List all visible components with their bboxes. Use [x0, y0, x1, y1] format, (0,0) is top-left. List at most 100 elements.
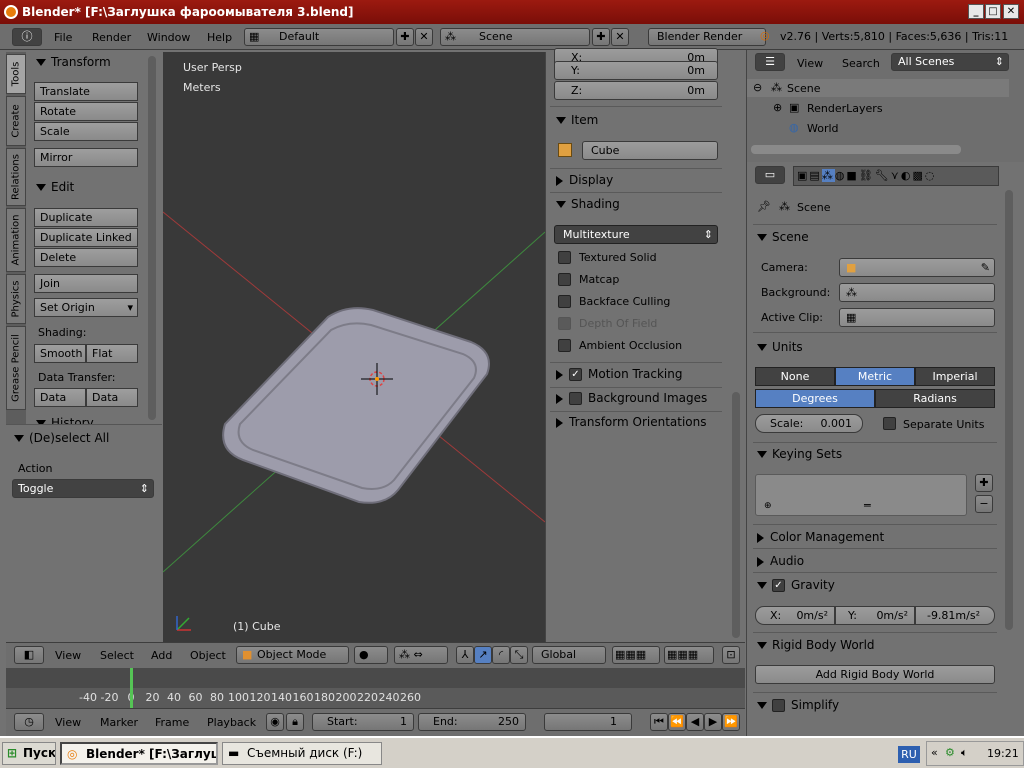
lock-icon[interactable]: 🔒︎ — [286, 713, 304, 731]
separate-units-checkbox[interactable] — [883, 417, 896, 430]
camera-field[interactable]: ■ ✎ — [839, 258, 995, 277]
play-reverse-icon[interactable]: ◀ — [686, 713, 704, 731]
motion-tracking-panel-header[interactable]: ✓ Motion Tracking — [556, 367, 682, 381]
taskbar-blender-window[interactable]: ◎ Blender* [F:\Заглуш... — [60, 742, 218, 765]
active-clip-field[interactable]: ▦ — [839, 308, 995, 327]
outliner-menu-search[interactable]: Search — [842, 57, 880, 70]
outliner-display-mode[interactable]: All Scenes ⇕ — [891, 53, 1009, 71]
add-layout-button[interactable]: ✚ — [396, 28, 414, 46]
location-z-field[interactable]: Z: 0m — [554, 81, 718, 100]
transform-orientations-panel-header[interactable]: Transform Orientations — [556, 415, 707, 429]
layer-buttons-1[interactable]: ▦▦▦ — [612, 646, 660, 664]
transform-orientation-dropdown[interactable]: Global — [532, 646, 606, 664]
editor-type-3d-view-icon[interactable]: ◧ — [14, 646, 44, 664]
layout-selector[interactable]: ▦ Default — [244, 28, 394, 46]
properties-context-tabs[interactable]: ▣▤⁂◍■⛓🔧︎⋎◐▩◌ — [793, 166, 999, 186]
edit-panel-header[interactable]: Edit — [36, 180, 74, 194]
unit-metric-button[interactable]: Metric — [835, 367, 915, 386]
layer-buttons-2[interactable]: ▦▦▦ — [664, 646, 714, 664]
remove-layout-button[interactable]: ✕ — [415, 28, 433, 46]
menu-object[interactable]: Object — [190, 649, 226, 662]
add-scene-button[interactable]: ✚ — [592, 28, 610, 46]
matcap-checkbox[interactable] — [558, 273, 571, 286]
duplicate-linked-button[interactable]: Duplicate Linked — [34, 228, 138, 247]
manipulator-toggle-icon[interactable]: ⅄ — [456, 646, 474, 664]
render-engine-selector[interactable]: Blender Render — [648, 28, 766, 46]
background-images-checkbox[interactable] — [569, 392, 582, 405]
jump-start-icon[interactable]: ⏮ — [650, 713, 668, 731]
material-tab-icon[interactable]: ◐ — [901, 169, 913, 182]
maximize-button[interactable]: □ — [985, 4, 1001, 19]
scale-manipulator-icon[interactable]: ⤡ — [510, 646, 528, 664]
translate-button[interactable]: Translate — [34, 82, 138, 101]
keying-sets-list[interactable]: ⊕ ═ — [755, 474, 967, 516]
scene-panel-header[interactable]: Scene — [757, 230, 809, 244]
operator-header[interactable]: (De)select All — [14, 431, 109, 445]
translate-manipulator-icon[interactable]: ↗ — [474, 646, 492, 664]
menu-frame[interactable]: Frame — [155, 716, 189, 729]
constraints-tab-icon[interactable]: ⛓ — [859, 169, 875, 182]
pin-icon[interactable]: 📌︎ — [757, 200, 771, 213]
units-panel-header[interactable]: Units — [757, 340, 803, 354]
display-panel-header[interactable]: Display — [556, 173, 613, 187]
rotate-manipulator-icon[interactable]: ◜ — [492, 646, 510, 664]
remove-keying-set-button[interactable]: − — [975, 495, 993, 513]
modifiers-tab-icon[interactable]: 🔧︎ — [875, 169, 891, 182]
physics-tab-icon[interactable]: ◌ — [925, 169, 937, 182]
eyedropper-icon[interactable]: ✎ — [981, 259, 990, 276]
mirror-button[interactable]: Mirror — [34, 148, 138, 167]
texture-tab-icon[interactable]: ▩ — [912, 169, 924, 182]
textured-solid-checkbox[interactable] — [558, 251, 571, 264]
menu-view[interactable]: View — [55, 649, 81, 662]
rigid-body-world-panel-header[interactable]: Rigid Body World — [757, 638, 875, 652]
interaction-mode-dropdown[interactable]: ■ Object Mode — [236, 646, 349, 664]
motion-tracking-checkbox[interactable]: ✓ — [569, 368, 582, 381]
editor-type-properties-icon[interactable]: ▭ — [755, 166, 785, 184]
tab-physics[interactable]: Physics — [6, 274, 26, 324]
editor-type-info-icon[interactable]: ⓘ — [12, 28, 42, 46]
layer-lock-icon[interactable]: ⊡ — [722, 646, 740, 664]
simplify-checkbox[interactable] — [772, 699, 785, 712]
action-dropdown[interactable]: Toggle ⇕ — [12, 479, 154, 498]
editor-type-outliner-icon[interactable]: ☰ — [755, 53, 785, 71]
rotate-button[interactable]: Rotate — [34, 102, 138, 121]
render-layers-tab-icon[interactable]: ▤ — [809, 169, 821, 182]
item-name-field[interactable]: Cube — [582, 141, 718, 160]
jump-keyframe-forward-icon[interactable]: ⏩ — [722, 713, 740, 731]
menu-window[interactable]: Window — [147, 31, 190, 44]
language-indicator[interactable]: RU — [898, 746, 920, 763]
unit-scale-field[interactable]: Scale: 0.001 — [755, 414, 863, 433]
menu-render[interactable]: Render — [92, 31, 131, 44]
tab-tools[interactable]: Tools — [6, 54, 26, 94]
tab-animation[interactable]: Animation — [6, 208, 26, 272]
simplify-panel-header[interactable]: Simplify — [757, 698, 839, 712]
menu-timeline-view[interactable]: View — [55, 716, 81, 729]
history-panel-header[interactable]: History — [36, 416, 94, 424]
unit-none-button[interactable]: None — [755, 367, 835, 386]
editor-type-timeline-icon[interactable]: ◷ — [14, 713, 44, 731]
flat-button[interactable]: Flat — [86, 344, 138, 363]
set-origin-dropdown[interactable]: Set Origin ▾ — [34, 298, 138, 317]
properties-scrollbar[interactable] — [1005, 190, 1013, 630]
duplicate-button[interactable]: Duplicate — [34, 208, 138, 227]
gravity-z-field[interactable]: -9.81m/s² — [915, 606, 995, 625]
list-resize-handle[interactable]: ═ — [864, 499, 871, 512]
delete-button[interactable]: Delete — [34, 248, 138, 267]
outliner-row-scene[interactable]: ⊖ ⁂ Scene — [747, 79, 1009, 97]
start-frame-field[interactable]: Start: 1 — [312, 713, 414, 731]
close-button[interactable]: ✕ — [1003, 4, 1019, 19]
data-transfer-button[interactable]: Data — [34, 388, 86, 407]
join-button[interactable]: Join — [34, 274, 138, 293]
outliner-horizontal-scrollbar[interactable] — [751, 145, 961, 154]
scale-button[interactable]: Scale — [34, 122, 138, 141]
scene-tab-icon[interactable]: ⁂ — [821, 169, 835, 182]
world-tab-icon[interactable]: ◍ — [835, 169, 847, 182]
add-rigid-body-world-button[interactable]: Add Rigid Body World — [755, 665, 995, 684]
tray-speaker-icon[interactable]: 🔈︎ — [961, 746, 968, 760]
tool-shelf-scrollbar[interactable] — [148, 56, 156, 420]
gravity-checkbox[interactable]: ✓ — [772, 579, 785, 592]
transform-panel-header[interactable]: Transform — [36, 55, 111, 69]
background-images-panel-header[interactable]: Background Images — [556, 391, 707, 405]
minimize-button[interactable]: _ — [968, 4, 984, 19]
shading-panel-header[interactable]: Shading — [556, 197, 620, 211]
